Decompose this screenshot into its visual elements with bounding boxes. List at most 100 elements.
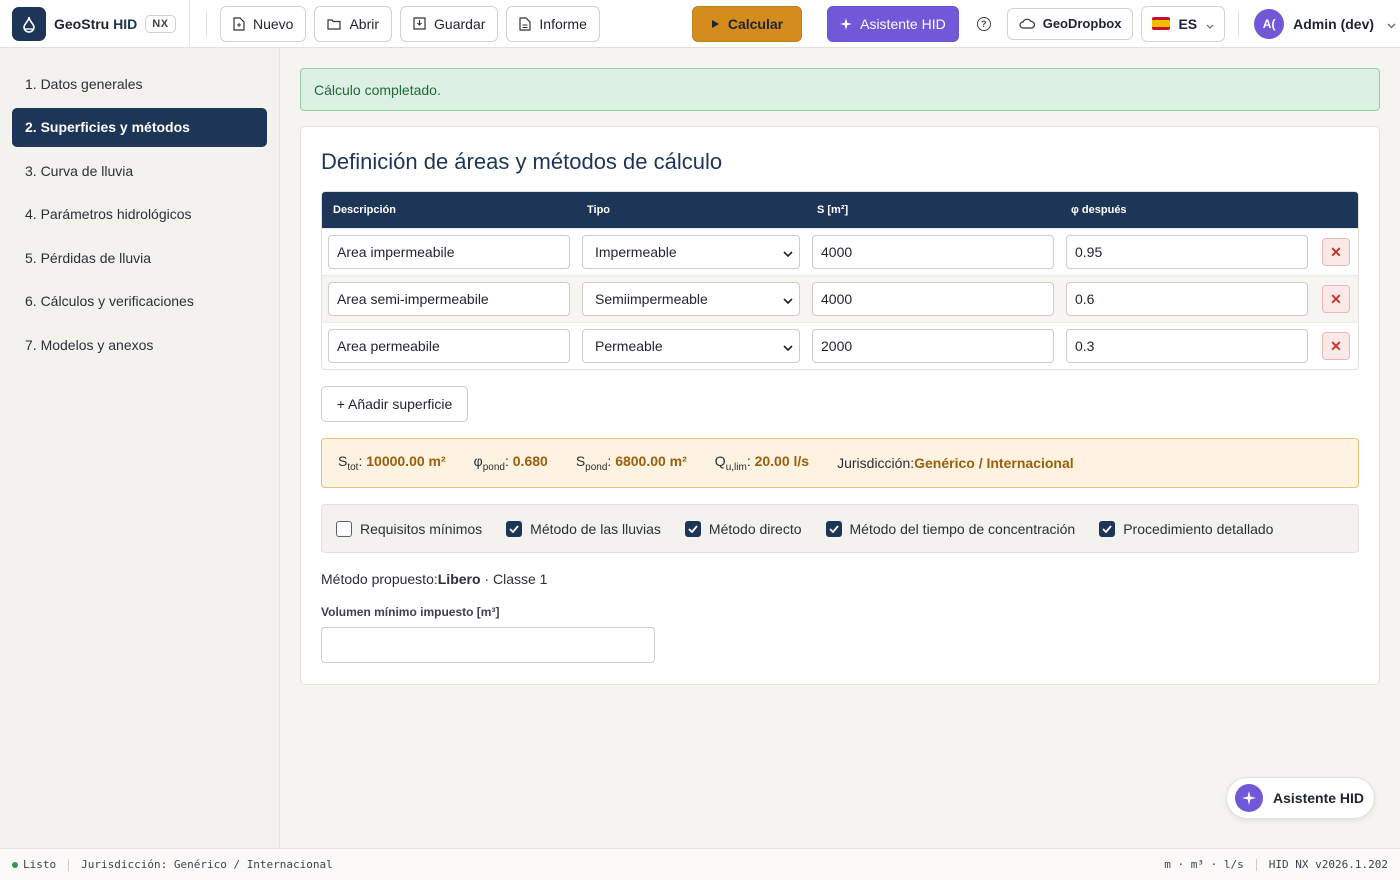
status-jurisdiction: Jurisdicción: Genérico / Internacional <box>81 858 333 871</box>
method-option-requisitos[interactable]: Requisitos mínimos <box>336 520 483 537</box>
method-option-directo[interactable]: Método directo <box>684 520 802 537</box>
method-label: Método del tiempo de concentración <box>849 520 1076 537</box>
description-input[interactable] <box>328 235 570 269</box>
language-select[interactable]: ES <box>1141 5 1226 42</box>
assistant-button[interactable]: Asistente HID <box>827 5 959 42</box>
checkbox[interactable] <box>506 520 523 537</box>
flow-limit-stat: Qu,lim: 20.00 l/s <box>714 453 810 473</box>
checkbox[interactable] <box>1099 520 1116 537</box>
sidebar-item-perdidas[interactable]: 5. Pérdidas de lluvia <box>12 238 267 278</box>
method-option-procedimiento[interactable]: Procedimiento detallado <box>1099 520 1274 537</box>
checkbox[interactable] <box>825 520 842 537</box>
brand: GeoStru HID NX <box>0 0 190 48</box>
phi-input[interactable] <box>1066 329 1308 363</box>
area-input[interactable] <box>812 282 1054 316</box>
user-menu[interactable]: A( Admin (dev) <box>1254 8 1396 39</box>
delete-row-button[interactable]: ✕ <box>1322 332 1350 360</box>
column-header-superficie: S [m²] <box>817 204 849 216</box>
method-label: Método de las lluvias <box>530 520 661 537</box>
language-label: ES <box>1178 15 1198 32</box>
status-dot-icon <box>12 861 18 868</box>
status-version: HID NX v2026.1.202 <box>1268 858 1388 871</box>
user-name: Admin (dev) <box>1293 15 1375 32</box>
type-select[interactable]: Semiimpermeable <box>582 282 800 316</box>
delete-row-button[interactable]: ✕ <box>1322 238 1350 266</box>
column-header-descripcion: Descripción <box>333 204 396 216</box>
save-button[interactable]: Guardar <box>400 5 499 42</box>
type-select[interactable]: Permeable <box>582 329 800 363</box>
top-bar: GeoStru HID NX Nuevo Abrir Guardar Infor… <box>0 0 1400 48</box>
chevron-down-icon <box>783 291 793 307</box>
method-option-lluvias[interactable]: Método de las lluvias <box>506 520 661 537</box>
proposed-method: Método propuesto:Libero · Classe 1 <box>321 571 548 587</box>
open-button-label: Abrir <box>349 15 380 32</box>
report-button[interactable]: Informe <box>506 5 600 42</box>
area-input[interactable] <box>812 329 1054 363</box>
folder-icon <box>327 18 342 30</box>
sparkle-icon <box>1235 784 1263 812</box>
sidebar-item-superficies[interactable]: 2. Superficies y métodos <box>12 107 267 147</box>
type-select-value: Permeable <box>595 338 663 354</box>
phi-input[interactable] <box>1066 235 1308 269</box>
sidebar: 1. Datos generales 2. Superficies y méto… <box>0 48 280 848</box>
weighted-phi-stat: φpond: 0.680 <box>473 453 548 473</box>
sidebar-item-modelos[interactable]: 7. Modelos y anexos <box>12 325 267 365</box>
edition-badge: NX <box>145 14 176 33</box>
save-icon <box>413 17 426 30</box>
open-button[interactable]: Abrir <box>314 5 393 42</box>
type-select-value: Impermeable <box>595 244 677 260</box>
divider <box>206 10 207 37</box>
method-label: Método directo <box>708 520 802 537</box>
volume-input[interactable] <box>321 627 655 663</box>
description-input[interactable] <box>328 282 570 316</box>
divider <box>68 858 70 871</box>
main-content: Cálculo completado. Definición de áreas … <box>300 68 1380 685</box>
checkbox[interactable] <box>336 520 352 537</box>
page-title: Definición de áreas y métodos de cálculo <box>321 149 723 174</box>
column-header-phi: φ después <box>1071 204 1127 216</box>
floating-assistant-label: Asistente HID <box>1273 790 1365 806</box>
table-header: Descripción Tipo S [m²] φ después <box>322 192 1358 228</box>
status-units: m · m³ · l/s <box>1164 858 1244 871</box>
new-file-icon <box>233 16 245 31</box>
area-input[interactable] <box>812 235 1054 269</box>
weighted-area-stat: Spond: 6800.00 m² <box>575 453 687 473</box>
sidebar-item-parametros[interactable]: 4. Parámetros hidrológicos <box>12 195 267 235</box>
method-label: Procedimiento detallado <box>1123 520 1274 537</box>
table-row: Permeable ✕ <box>322 322 1358 369</box>
app-name: GeoStru HID <box>54 15 138 32</box>
sparkle-icon <box>840 17 853 30</box>
help-icon[interactable]: ? <box>976 16 991 31</box>
chevron-down-icon <box>1206 16 1214 32</box>
method-label: Requisitos mínimos <box>360 520 483 537</box>
chevron-down-icon <box>1387 16 1396 32</box>
assistant-button-label: Asistente HID <box>860 15 946 32</box>
save-button-label: Guardar <box>434 15 486 32</box>
floating-assistant-button[interactable]: Asistente HID <box>1226 777 1375 819</box>
success-alert: Cálculo completado. <box>300 68 1380 111</box>
status-bar: Listo Jurisdicción: Genérico / Internaci… <box>0 848 1400 880</box>
sidebar-item-calculos[interactable]: 6. Cálculos y verificaciones <box>12 282 267 322</box>
geodropbox-button[interactable]: GeoDropbox <box>1006 7 1134 40</box>
phi-input[interactable] <box>1066 282 1308 316</box>
cloud-icon <box>1019 18 1035 29</box>
surfaces-table: Descripción Tipo S [m²] φ después Imperm… <box>321 191 1359 370</box>
sidebar-item-curva-lluvia[interactable]: 3. Curva de lluvia <box>12 151 267 191</box>
description-input[interactable] <box>328 329 570 363</box>
calculate-button[interactable]: Calcular <box>691 5 803 42</box>
new-button[interactable]: Nuevo <box>220 5 307 42</box>
total-area-stat: Stot: 10000.00 m² <box>338 453 446 473</box>
spain-flag-icon <box>1152 17 1171 30</box>
volume-label: Volumen mínimo impuesto [m³] <box>321 605 500 619</box>
checkbox[interactable] <box>684 520 701 537</box>
report-icon <box>519 16 531 31</box>
methods-panel: Requisitos mínimos Método de las lluvias… <box>321 504 1359 553</box>
sidebar-item-datos-generales[interactable]: 1. Datos generales <box>12 64 267 104</box>
divider <box>1255 858 1257 871</box>
method-option-tiempo-concentracion[interactable]: Método del tiempo de concentración <box>825 520 1076 537</box>
type-select[interactable]: Impermeable <box>582 235 800 269</box>
jurisdiction-stat: Jurisdicción:Genérico / Internacional <box>837 455 1074 471</box>
delete-row-button[interactable]: ✕ <box>1322 285 1350 313</box>
add-surface-button[interactable]: + Añadir superficie <box>321 386 468 422</box>
logo-icon <box>12 6 46 41</box>
